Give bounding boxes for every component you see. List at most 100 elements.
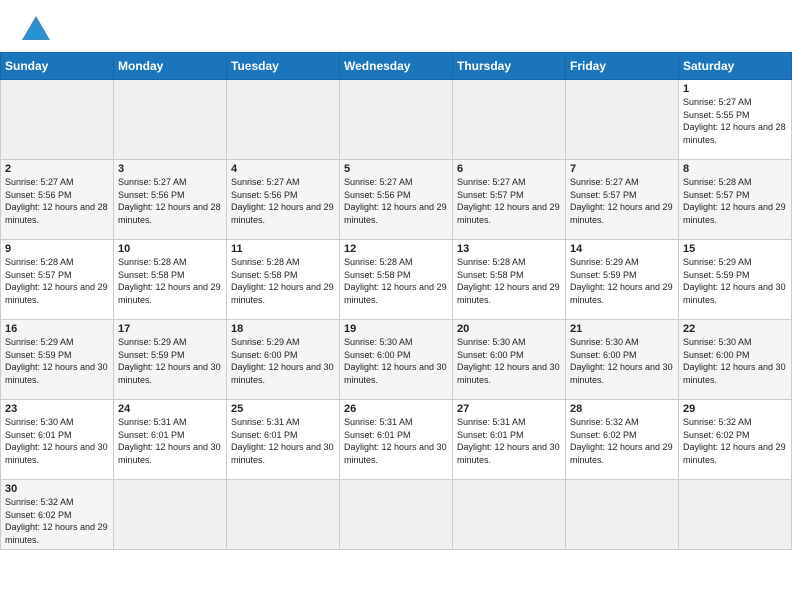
day-number: 20 [457,323,561,335]
day-number: 28 [570,403,674,415]
calendar-week-3: 9Sunrise: 5:28 AM Sunset: 5:57 PM Daylig… [1,240,792,320]
weekday-header-sunday: Sunday [1,53,114,80]
day-info: Sunrise: 5:28 AM Sunset: 5:58 PM Dayligh… [118,256,222,306]
calendar-day: 15Sunrise: 5:29 AM Sunset: 5:59 PM Dayli… [679,240,792,320]
weekday-header-saturday: Saturday [679,53,792,80]
calendar-day: 28Sunrise: 5:32 AM Sunset: 6:02 PM Dayli… [566,400,679,480]
calendar-day: 5Sunrise: 5:27 AM Sunset: 5:56 PM Daylig… [340,160,453,240]
day-number: 19 [344,323,448,335]
calendar-day: 3Sunrise: 5:27 AM Sunset: 5:56 PM Daylig… [114,160,227,240]
day-info: Sunrise: 5:27 AM Sunset: 5:55 PM Dayligh… [683,96,787,146]
day-info: Sunrise: 5:29 AM Sunset: 5:59 PM Dayligh… [683,256,787,306]
calendar-week-2: 2Sunrise: 5:27 AM Sunset: 5:56 PM Daylig… [1,160,792,240]
day-info: Sunrise: 5:32 AM Sunset: 6:02 PM Dayligh… [683,416,787,466]
calendar-day [566,80,679,160]
calendar-header: SundayMondayTuesdayWednesdayThursdayFrid… [1,53,792,80]
day-number: 25 [231,403,335,415]
calendar-day: 4Sunrise: 5:27 AM Sunset: 5:56 PM Daylig… [227,160,340,240]
calendar-day: 21Sunrise: 5:30 AM Sunset: 6:00 PM Dayli… [566,320,679,400]
calendar-day: 16Sunrise: 5:29 AM Sunset: 5:59 PM Dayli… [1,320,114,400]
day-number: 8 [683,163,787,175]
calendar-day: 10Sunrise: 5:28 AM Sunset: 5:58 PM Dayli… [114,240,227,320]
weekday-header-thursday: Thursday [453,53,566,80]
day-number: 21 [570,323,674,335]
calendar-day [227,80,340,160]
day-number: 30 [5,483,109,495]
calendar-day: 6Sunrise: 5:27 AM Sunset: 5:57 PM Daylig… [453,160,566,240]
day-info: Sunrise: 5:28 AM Sunset: 5:58 PM Dayligh… [344,256,448,306]
calendar-container: SundayMondayTuesdayWednesdayThursdayFrid… [0,52,792,558]
day-info: Sunrise: 5:27 AM Sunset: 5:56 PM Dayligh… [5,176,109,226]
calendar-week-6: 30Sunrise: 5:32 AM Sunset: 6:02 PM Dayli… [1,480,792,550]
calendar-day: 9Sunrise: 5:28 AM Sunset: 5:57 PM Daylig… [1,240,114,320]
day-info: Sunrise: 5:27 AM Sunset: 5:57 PM Dayligh… [570,176,674,226]
day-info: Sunrise: 5:31 AM Sunset: 6:01 PM Dayligh… [231,416,335,466]
day-number: 5 [344,163,448,175]
page-header [0,0,792,52]
calendar-day: 7Sunrise: 5:27 AM Sunset: 5:57 PM Daylig… [566,160,679,240]
day-number: 22 [683,323,787,335]
day-info: Sunrise: 5:31 AM Sunset: 6:01 PM Dayligh… [457,416,561,466]
calendar-week-4: 16Sunrise: 5:29 AM Sunset: 5:59 PM Dayli… [1,320,792,400]
day-number: 16 [5,323,109,335]
day-info: Sunrise: 5:28 AM Sunset: 5:58 PM Dayligh… [457,256,561,306]
calendar-day: 20Sunrise: 5:30 AM Sunset: 6:00 PM Dayli… [453,320,566,400]
day-number: 3 [118,163,222,175]
weekday-header-friday: Friday [566,53,679,80]
day-info: Sunrise: 5:28 AM Sunset: 5:57 PM Dayligh… [683,176,787,226]
calendar-day: 8Sunrise: 5:28 AM Sunset: 5:57 PM Daylig… [679,160,792,240]
calendar-week-1: 1Sunrise: 5:27 AM Sunset: 5:55 PM Daylig… [1,80,792,160]
day-info: Sunrise: 5:29 AM Sunset: 5:59 PM Dayligh… [5,336,109,386]
calendar-day: 2Sunrise: 5:27 AM Sunset: 5:56 PM Daylig… [1,160,114,240]
day-info: Sunrise: 5:31 AM Sunset: 6:01 PM Dayligh… [118,416,222,466]
calendar-day: 24Sunrise: 5:31 AM Sunset: 6:01 PM Dayli… [114,400,227,480]
calendar-day: 17Sunrise: 5:29 AM Sunset: 5:59 PM Dayli… [114,320,227,400]
day-info: Sunrise: 5:30 AM Sunset: 6:00 PM Dayligh… [683,336,787,386]
day-info: Sunrise: 5:27 AM Sunset: 5:56 PM Dayligh… [344,176,448,226]
day-info: Sunrise: 5:29 AM Sunset: 5:59 PM Dayligh… [570,256,674,306]
weekday-header-monday: Monday [114,53,227,80]
calendar-week-5: 23Sunrise: 5:30 AM Sunset: 6:01 PM Dayli… [1,400,792,480]
day-number: 2 [5,163,109,175]
calendar-day [340,80,453,160]
day-info: Sunrise: 5:29 AM Sunset: 6:00 PM Dayligh… [231,336,335,386]
day-number: 14 [570,243,674,255]
day-number: 26 [344,403,448,415]
day-info: Sunrise: 5:27 AM Sunset: 5:56 PM Dayligh… [231,176,335,226]
calendar-day: 25Sunrise: 5:31 AM Sunset: 6:01 PM Dayli… [227,400,340,480]
day-number: 29 [683,403,787,415]
calendar-day: 12Sunrise: 5:28 AM Sunset: 5:58 PM Dayli… [340,240,453,320]
calendar-day [114,80,227,160]
logo-icon [18,12,54,48]
calendar-table: SundayMondayTuesdayWednesdayThursdayFrid… [0,52,792,550]
day-info: Sunrise: 5:32 AM Sunset: 6:02 PM Dayligh… [5,496,109,546]
day-number: 15 [683,243,787,255]
weekday-header-wednesday: Wednesday [340,53,453,80]
calendar-day: 23Sunrise: 5:30 AM Sunset: 6:01 PM Dayli… [1,400,114,480]
day-number: 7 [570,163,674,175]
day-number: 9 [5,243,109,255]
day-number: 23 [5,403,109,415]
day-info: Sunrise: 5:27 AM Sunset: 5:56 PM Dayligh… [118,176,222,226]
calendar-day: 26Sunrise: 5:31 AM Sunset: 6:01 PM Dayli… [340,400,453,480]
day-info: Sunrise: 5:31 AM Sunset: 6:01 PM Dayligh… [344,416,448,466]
calendar-day [1,80,114,160]
calendar-day: 19Sunrise: 5:30 AM Sunset: 6:00 PM Dayli… [340,320,453,400]
day-number: 13 [457,243,561,255]
day-info: Sunrise: 5:29 AM Sunset: 5:59 PM Dayligh… [118,336,222,386]
day-info: Sunrise: 5:32 AM Sunset: 6:02 PM Dayligh… [570,416,674,466]
calendar-day: 22Sunrise: 5:30 AM Sunset: 6:00 PM Dayli… [679,320,792,400]
calendar-day [679,480,792,550]
day-info: Sunrise: 5:30 AM Sunset: 6:00 PM Dayligh… [570,336,674,386]
logo [18,12,58,48]
day-info: Sunrise: 5:30 AM Sunset: 6:00 PM Dayligh… [457,336,561,386]
day-number: 10 [118,243,222,255]
calendar-day: 27Sunrise: 5:31 AM Sunset: 6:01 PM Dayli… [453,400,566,480]
day-number: 6 [457,163,561,175]
calendar-day [114,480,227,550]
calendar-day: 11Sunrise: 5:28 AM Sunset: 5:58 PM Dayli… [227,240,340,320]
day-number: 4 [231,163,335,175]
day-info: Sunrise: 5:28 AM Sunset: 5:57 PM Dayligh… [5,256,109,306]
day-number: 18 [231,323,335,335]
calendar-day [227,480,340,550]
